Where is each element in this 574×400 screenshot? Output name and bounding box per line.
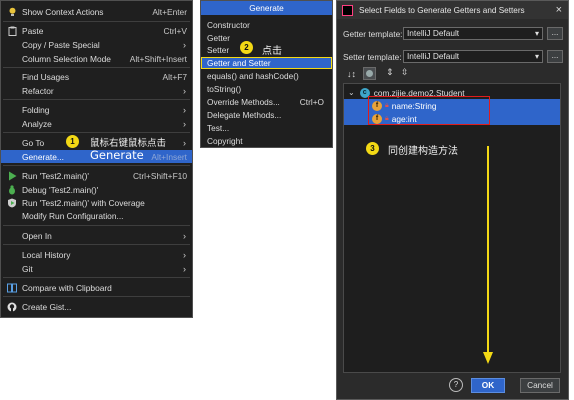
intellij-icon: [342, 4, 353, 16]
circle-icon: [366, 70, 373, 77]
getter-template-browse-button[interactable]: ...: [547, 27, 563, 40]
bulb-icon: [7, 7, 17, 17]
menu-item-run-coverage[interactable]: Run 'Test2.main()' with Coverage: [1, 196, 192, 209]
menu-item-show-context-actions[interactable]: Show Context Actions Alt+Enter: [1, 5, 192, 18]
getter-template-select[interactable]: IntelliJ Default ▾: [403, 27, 543, 40]
getters-setters-dialog: Select Fields to Generate Getters and Se…: [336, 0, 569, 400]
menu-separator: [3, 99, 190, 100]
generate-item-delegate-methods[interactable]: Delegate Methods...: [201, 109, 332, 121]
menu-item-modify-run-configuration[interactable]: Modify Run Configuration...: [1, 209, 192, 222]
generate-item-equals-hashcode[interactable]: equals() and hashCode(): [201, 70, 332, 82]
chevron-down-icon: ⌄: [348, 88, 355, 97]
help-icon: ?: [453, 380, 459, 389]
menu-item-open-in[interactable]: Open In ›: [1, 229, 192, 242]
menu-item-find-usages[interactable]: Find Usages Alt+F7: [1, 70, 192, 83]
generate-item-override-methods[interactable]: Override Methods... Ctrl+O: [201, 96, 332, 108]
step-2-marker: 2: [240, 41, 253, 54]
menu-item-folding[interactable]: Folding ›: [1, 103, 192, 116]
step-1-note: 鼠标右键鼠标点击: [90, 138, 167, 149]
menu-item-column-selection[interactable]: Column Selection Mode Alt+Shift+Insert: [1, 52, 192, 65]
generate-item-getter-and-setter[interactable]: Getter and Setter: [201, 57, 332, 69]
generate-item-tostring[interactable]: toString(): [201, 83, 332, 95]
paste-icon: [7, 26, 17, 36]
ok-button[interactable]: OK: [471, 378, 505, 393]
cancel-button[interactable]: Cancel: [520, 378, 560, 393]
collapse-all-icon[interactable]: ⇳: [401, 67, 409, 78]
github-icon: [7, 302, 17, 312]
override-methods-shortcut: Ctrl+O: [299, 97, 324, 107]
dialog-title: Select Fields to Generate Getters and Se…: [359, 5, 525, 15]
menu-separator: [3, 296, 190, 297]
generate-item-constructor[interactable]: Constructor: [201, 19, 332, 31]
chevron-right-icon: ›: [183, 39, 186, 50]
step-3-marker: 3: [366, 142, 379, 155]
chevron-right-icon: ›: [183, 85, 186, 96]
step-3-note: 同创建构造方法: [388, 146, 458, 157]
menu-item-analyze[interactable]: Analyze ›: [1, 117, 192, 130]
close-icon[interactable]: ×: [556, 4, 562, 16]
setter-template-label: Setter template:: [343, 52, 402, 62]
setter-template-value: IntelliJ Default: [407, 51, 460, 61]
menu-item-debug[interactable]: Debug 'Test2.main()': [1, 183, 192, 196]
debug-icon: [7, 184, 17, 195]
chevron-right-icon: ›: [183, 249, 186, 260]
menu-item-copy-paste-special[interactable]: Copy / Paste Special ›: [1, 38, 192, 51]
menu-item-compare-clipboard[interactable]: Compare with Clipboard: [1, 281, 192, 294]
menu-separator: [3, 244, 190, 245]
step-2-note: 点击: [262, 46, 282, 57]
getter-template-value: IntelliJ Default: [407, 28, 460, 38]
override-methods-label: Override Methods...: [207, 97, 280, 107]
fields-tree: ⌄ c com.zijie.demo2.Student f 🔒︎ name:St…: [343, 83, 561, 373]
generate-item-copyright[interactable]: Copyright: [201, 135, 332, 147]
menu-item-paste[interactable]: Paste Ctrl+V: [1, 24, 192, 37]
setter-template-select[interactable]: IntelliJ Default ▾: [403, 50, 543, 63]
generate-overlay-label: Generate: [90, 148, 144, 162]
step-1-marker: 1: [66, 135, 79, 148]
menu-item-refactor[interactable]: Refactor ›: [1, 84, 192, 97]
generate-item-test[interactable]: Test...: [201, 122, 332, 134]
chevron-down-icon: ▾: [534, 52, 539, 61]
menu-item-git[interactable]: Git ›: [1, 262, 192, 275]
sort-icon[interactable]: ↓↕: [347, 68, 359, 80]
menu-separator: [3, 21, 190, 22]
coverage-icon: [7, 198, 17, 208]
menu-separator: [3, 225, 190, 226]
menu-separator: [3, 277, 190, 278]
chevron-right-icon: ›: [183, 118, 186, 129]
show-fields-toggle[interactable]: [363, 67, 376, 80]
getter-template-label: Getter template:: [343, 29, 403, 39]
fields-highlight-box: [368, 96, 490, 125]
expand-all-icon[interactable]: ⇕: [386, 67, 394, 78]
chevron-down-icon: ▾: [534, 29, 539, 38]
chevron-right-icon: ›: [183, 104, 186, 115]
menu-separator: [3, 132, 190, 133]
chevron-right-icon: ›: [183, 230, 186, 241]
generate-menu-title: Generate: [201, 1, 332, 15]
generate-menu: Generate Constructor Getter Setter Gette…: [200, 0, 333, 148]
setter-template-browse-button[interactable]: ...: [547, 50, 563, 63]
run-icon: [7, 171, 17, 181]
menu-item-create-gist[interactable]: Create Gist...: [1, 300, 192, 313]
chevron-right-icon: ›: [183, 263, 186, 274]
pointer-arrow: [483, 146, 493, 364]
chevron-right-icon: ›: [183, 137, 186, 148]
compare-icon: [7, 283, 17, 293]
menu-item-run[interactable]: Run 'Test2.main()' Ctrl+Shift+F10: [1, 169, 192, 182]
menu-item-local-history[interactable]: Local History ›: [1, 248, 192, 261]
help-button[interactable]: ?: [449, 378, 463, 392]
menu-separator: [3, 165, 190, 166]
menu-separator: [3, 67, 190, 68]
dialog-titlebar: Select Fields to Generate Getters and Se…: [337, 1, 568, 19]
